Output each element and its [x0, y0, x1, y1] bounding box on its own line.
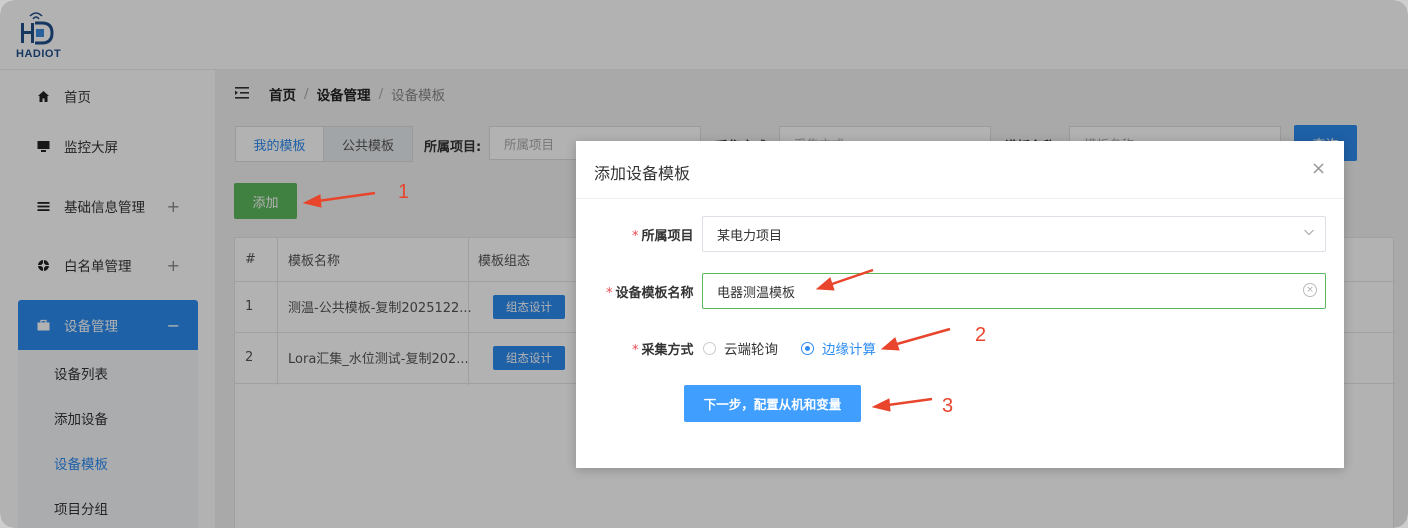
app-window: HADIOT 首页 监控大屏 基础信息管理 + 白名单管理 + 设备管理 − 设…: [0, 0, 1408, 528]
annotation-step-1: 1: [398, 181, 410, 203]
annotation-step-3: 3: [942, 395, 954, 417]
annotation-arrows: [302, 191, 951, 412]
annotation-step-2: 2: [975, 324, 987, 346]
